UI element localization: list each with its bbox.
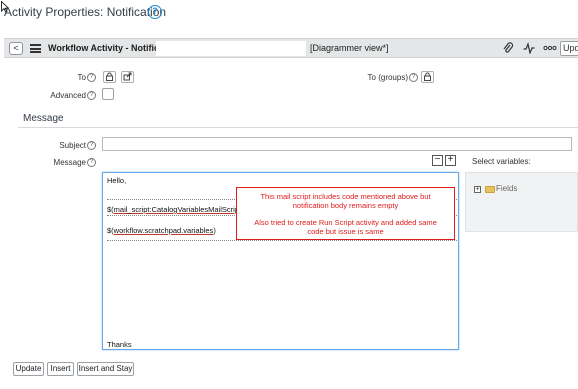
annotation-line-4: code but issue is same bbox=[307, 227, 384, 236]
message-label-text: Message bbox=[53, 158, 86, 167]
expand-button[interactable]: + bbox=[445, 155, 456, 166]
view-label: [Diagrammer view*] bbox=[310, 43, 389, 53]
page-title: Activity Properties: Notification bbox=[4, 5, 167, 19]
lock-icon[interactable] bbox=[421, 71, 434, 83]
editor-greeting: Hello, bbox=[107, 176, 127, 185]
scratchpad-variable[interactable]: workflow.scratchpad.variables bbox=[114, 226, 214, 235]
annotation-box: This mail script includes code mentioned… bbox=[236, 187, 455, 240]
subject-label-text: Subject bbox=[59, 141, 86, 150]
advanced-checkbox[interactable] bbox=[102, 88, 114, 100]
select-variables-label: Select variables: bbox=[472, 157, 531, 166]
folder-icon bbox=[485, 186, 495, 193]
help-icon[interactable]: ? bbox=[87, 158, 96, 168]
editor-var2-suffix: ) bbox=[213, 226, 216, 235]
help-icon[interactable]: ? bbox=[87, 91, 96, 101]
update-button[interactable]: Update bbox=[13, 362, 44, 376]
help-icon[interactable]: ? bbox=[87, 73, 96, 83]
advanced-label-text: Advanced bbox=[50, 91, 86, 100]
expand-tree-icon[interactable]: + bbox=[474, 186, 481, 193]
update-button-header[interactable]: Update bbox=[560, 41, 578, 56]
annotation-line-1: This mail script includes code mentioned… bbox=[260, 192, 431, 201]
insert-button[interactable]: Insert bbox=[47, 362, 74, 376]
editor-rule bbox=[107, 240, 457, 241]
section-divider bbox=[18, 127, 578, 128]
advanced-label: Advanced? bbox=[30, 91, 96, 101]
editor-scratchpad-line: $(workflow.scratchpad.variables) bbox=[107, 226, 216, 235]
add-me-icon[interactable] bbox=[121, 71, 134, 83]
mail-script-variable[interactable]: mail_script:CatalogVariablesMailScript bbox=[114, 205, 241, 214]
more-icon[interactable] bbox=[543, 42, 557, 54]
to-groups-label-text: To (groups) bbox=[367, 73, 408, 82]
editor-var2-prefix: $( bbox=[107, 226, 114, 235]
message-label: Message? bbox=[40, 158, 96, 168]
menu-icon[interactable] bbox=[30, 44, 41, 53]
subject-input[interactable] bbox=[102, 137, 572, 151]
paperclip-icon[interactable] bbox=[502, 42, 514, 54]
annotation-line-3: Also tried to create Run Script activity… bbox=[254, 218, 437, 227]
editor-closing: Thanks bbox=[107, 340, 132, 349]
lock-icon[interactable] bbox=[103, 71, 116, 83]
insert-and-stay-button[interactable]: Insert and Stay bbox=[77, 362, 134, 376]
section-title-message: Message bbox=[23, 113, 64, 124]
collapse-button[interactable]: − bbox=[432, 155, 443, 166]
activity-icon[interactable] bbox=[523, 42, 535, 54]
to-label: To? bbox=[40, 73, 96, 83]
redacted-area bbox=[156, 41, 306, 56]
help-icon[interactable]: ? bbox=[409, 73, 418, 83]
editor-var1-prefix: $( bbox=[107, 205, 114, 214]
to-groups-label: To (groups)? bbox=[360, 73, 418, 83]
editor-mail-script-line: $(mail_script:CatalogVariablesMailScript… bbox=[107, 205, 244, 214]
back-icon[interactable]: < bbox=[9, 42, 23, 55]
variables-tree: + Fields bbox=[465, 172, 578, 232]
help-icon[interactable]: ? bbox=[148, 5, 162, 19]
annotation-line-2: notification body remains empty bbox=[292, 201, 399, 210]
to-label-text: To bbox=[77, 73, 86, 82]
subject-label: Subject? bbox=[40, 141, 96, 151]
tree-item-fields[interactable]: Fields bbox=[496, 184, 517, 193]
help-icon[interactable]: ? bbox=[87, 141, 96, 151]
form-header: < Workflow Activity - Notification ol [D… bbox=[4, 38, 578, 58]
